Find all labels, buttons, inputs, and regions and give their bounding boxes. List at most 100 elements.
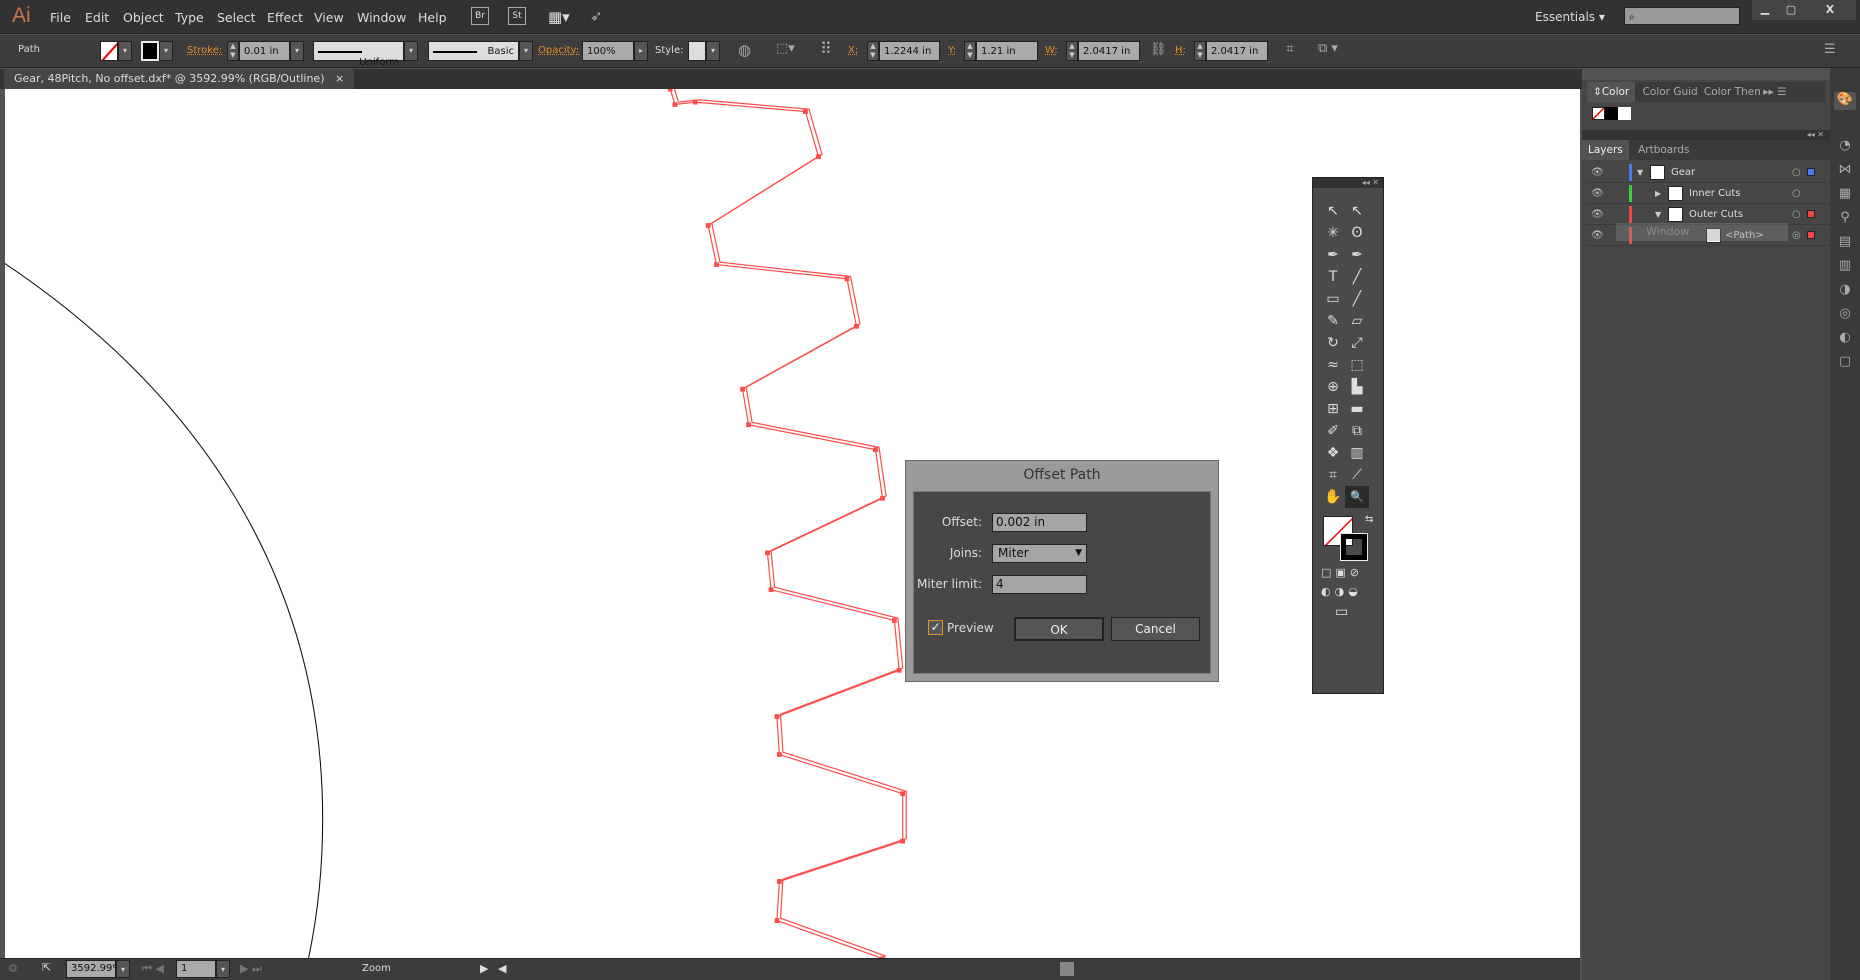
scale-tool[interactable]: ⤢ — [1345, 332, 1369, 354]
pencil-tool[interactable]: ✎ — [1321, 310, 1345, 332]
warp-tool[interactable]: ≈ — [1321, 354, 1345, 376]
fill-swatch[interactable] — [100, 41, 118, 61]
mesh-tool[interactable]: ⊞ — [1321, 398, 1345, 420]
style-swatch[interactable] — [688, 41, 706, 61]
variable-width-profile[interactable]: Uniform — [313, 41, 404, 68]
menu-object[interactable]: Object — [123, 10, 164, 25]
blend-tool[interactable]: ⧉ — [1345, 420, 1369, 442]
document-tab[interactable]: Gear, 48Pitch, No offset.dxf* @ 3592.99%… — [4, 69, 355, 89]
stroke-weight-dropdown[interactable]: ▾ — [290, 41, 304, 61]
pen-tool[interactable]: ✒ — [1321, 244, 1345, 266]
brush-definition[interactable]: Basic — [428, 41, 519, 61]
menu-file[interactable]: File — [50, 10, 71, 25]
recolor-artwork-icon[interactable]: ◍ — [738, 41, 751, 59]
ok-button[interactable]: OK — [1014, 617, 1104, 641]
direct-selection-tool[interactable]: ↖ — [1345, 200, 1369, 222]
fill-dropdown[interactable]: ▾ — [118, 41, 132, 61]
profile-dropdown[interactable]: ▾ — [404, 41, 418, 61]
menu-type[interactable]: Type — [175, 10, 204, 25]
menu-select[interactable]: Select — [217, 10, 256, 25]
artboard-dropdown[interactable]: ▾ — [216, 960, 230, 978]
panel-menu-icon[interactable]: ▸▸ ☰ — [1763, 86, 1786, 98]
lasso-tool[interactable]: ʘ — [1345, 222, 1369, 244]
stroke-black-swatch[interactable] — [1340, 533, 1368, 561]
fill-stroke-widget[interactable]: ⇆ — [1321, 514, 1375, 561]
share-icon[interactable]: ⇱ — [42, 961, 51, 974]
line-tool[interactable]: ╱ — [1345, 266, 1369, 288]
tab-artboards[interactable]: Artboards — [1632, 144, 1695, 156]
layer-row[interactable]: 👁 ▶ Inner Cuts ○ — [1587, 183, 1832, 204]
menu-window[interactable]: Window — [357, 10, 406, 25]
brush-dropdown[interactable]: ▾ — [519, 41, 533, 61]
visibility-eye-icon[interactable]: 👁 — [1591, 225, 1604, 246]
menu-effect[interactable]: Effect — [267, 10, 303, 25]
gradient-tool[interactable]: ▬ — [1345, 398, 1369, 420]
opacity-label[interactable]: Opacity: — [538, 45, 579, 56]
stroke-weight-input[interactable]: 0.01 in — [239, 41, 290, 61]
menu-view[interactable]: View — [314, 10, 344, 25]
layer-name[interactable]: Outer Cuts — [1689, 204, 1743, 225]
eraser-tool[interactable]: ▱ — [1345, 310, 1369, 332]
none-swatch[interactable] — [1592, 107, 1605, 120]
zoom-level-input[interactable]: 3592.99% — [66, 960, 122, 978]
layer-row[interactable]: 👁 ▼ Gear ○ — [1587, 162, 1832, 183]
tab-color[interactable]: ⇕Color — [1587, 82, 1636, 102]
tab-color-guide[interactable]: Color Guide — [1639, 82, 1697, 102]
color-panel-icon[interactable]: 🎨 — [1834, 92, 1856, 110]
bridge-button[interactable]: Br — [471, 7, 489, 25]
preview-checkbox[interactable]: ✓ — [928, 620, 943, 635]
dock-icons[interactable]: ◔ ⋈ ▦ ⚲ ▤ ▥ ◑ ◎ ◐ ▢ — [1830, 134, 1860, 374]
tab-layers[interactable]: Layers — [1582, 140, 1629, 160]
menu-edit[interactable]: Edit — [85, 10, 109, 25]
stroke-stepper[interactable]: ▲ ▼ — [227, 41, 239, 61]
visibility-eye-icon[interactable]: 👁 — [1591, 162, 1604, 183]
search-input[interactable]: ⌕ — [1624, 7, 1740, 25]
close-window-button[interactable]: X — [1804, 0, 1856, 20]
selection-indicator[interactable] — [1807, 210, 1815, 218]
gpu-performance-icon[interactable]: ➶ — [590, 7, 603, 25]
transform-icon[interactable]: ⌗ — [1286, 41, 1294, 57]
w-input[interactable]: 2.0417 in — [1078, 41, 1140, 61]
layer-row[interactable]: 👁 ▼ Outer Cuts ○ — [1587, 204, 1832, 225]
shape-builder-tool[interactable]: ⊕ — [1321, 376, 1345, 398]
target-icon[interactable]: ○ — [1792, 204, 1801, 225]
h-input[interactable]: 2.0417 in — [1206, 41, 1268, 61]
color-mode-buttons[interactable]: □▣⊘ — [1321, 566, 1363, 579]
arrange-documents-icon[interactable]: ▦▾ — [548, 8, 570, 26]
horizontal-scrollbar-thumb[interactable] — [1060, 962, 1074, 976]
magic-wand-tool[interactable]: ✳ — [1321, 222, 1345, 244]
rectangle-tool[interactable]: ▭ — [1321, 288, 1345, 310]
target-icon[interactable]: ○ — [1792, 183, 1801, 204]
type-tool[interactable]: T — [1321, 266, 1345, 288]
column-graph-tool[interactable]: ▥ — [1345, 442, 1369, 464]
paintbrush-tool[interactable]: ╱ — [1345, 288, 1369, 310]
draw-mode-buttons[interactable]: ◐◑◒ — [1321, 585, 1362, 598]
selection-indicator[interactable] — [1807, 168, 1815, 176]
miter-limit-input[interactable]: 4 — [992, 575, 1087, 594]
h-stepper[interactable]: ▲ ▼ — [1194, 41, 1206, 61]
symbol-sprayer-tool[interactable]: ❖ — [1321, 442, 1345, 464]
first-artboard-icon[interactable]: ⏮ ◀ — [142, 962, 164, 976]
x-stepper[interactable]: ▲ ▼ — [867, 41, 879, 61]
isolate-icon[interactable]: ⧉ ▾ — [1318, 41, 1338, 56]
opacity-slider-button[interactable]: ▸ — [634, 41, 648, 61]
visibility-eye-icon[interactable]: 👁 — [1591, 183, 1604, 204]
stroke-label[interactable]: Stroke: — [187, 45, 222, 56]
workspace-switcher[interactable]: Essentials ▾ — [1535, 10, 1605, 24]
target-icon[interactable]: ◎ — [1792, 225, 1801, 246]
offset-input[interactable]: 0.002 in — [992, 513, 1087, 532]
eyedropper-tool[interactable]: ✐ — [1321, 420, 1345, 442]
tools-panel-header[interactable]: ◂◂ ✕ — [1313, 178, 1383, 188]
scroll-left-icon[interactable]: ◀ — [498, 962, 506, 975]
black-swatch[interactable] — [1605, 107, 1618, 120]
x-input[interactable]: 1.2244 in — [879, 41, 940, 61]
style-dropdown[interactable]: ▾ — [706, 41, 720, 61]
perspective-grid-tool[interactable]: ▙ — [1345, 376, 1369, 398]
zoom-tool[interactable]: 🔍 — [1345, 486, 1369, 508]
selection-tool[interactable]: ↖ — [1321, 200, 1345, 222]
stock-button[interactable]: St — [508, 7, 526, 25]
stroke-dropdown[interactable]: ▾ — [159, 41, 173, 61]
hand-tool[interactable]: ✋ — [1321, 486, 1345, 508]
white-swatch[interactable] — [1618, 107, 1631, 120]
opacity-input[interactable]: 100% — [582, 41, 634, 61]
